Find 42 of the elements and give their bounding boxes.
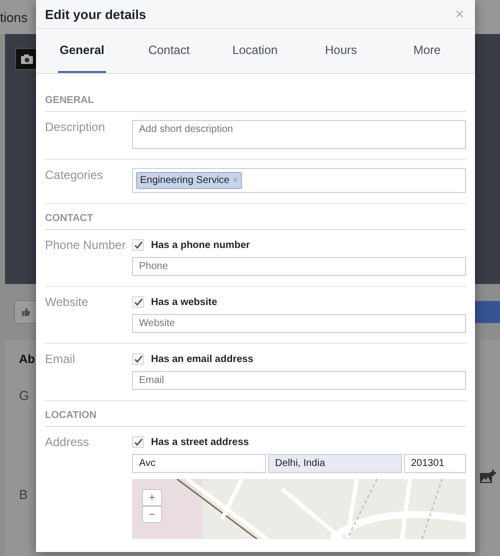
address-field[interactable]: Delhi, India [268,454,402,473]
checkbox[interactable] [132,239,144,251]
checkbox-label: Has a street address [151,436,249,448]
like-button[interactable] [14,300,38,324]
card-text: G [19,388,30,403]
card-text: B [19,487,28,502]
checkbox[interactable] [132,296,144,308]
tab[interactable]: General [58,29,106,73]
text-field[interactable]: Website [132,314,466,333]
checkbox-label: Has a phone number [151,240,250,250]
checkbox[interactable] [132,436,144,448]
add-photo-icon[interactable] [480,470,496,484]
camera-icon [20,54,34,64]
text-field[interactable]: Phone [132,257,466,276]
field-label: Categories [45,168,104,184]
tab[interactable]: Contact [126,29,212,73]
section-heading: LOCATION [45,407,466,427]
checkbox-label: Has an email address [151,354,254,364]
checkbox[interactable] [132,353,144,365]
page-tab-text: tions [0,10,28,24]
field-label: Website [45,295,90,311]
field-label: Address [45,435,90,451]
field-label: Email [45,352,76,368]
tab[interactable]: Hours [298,29,384,73]
tab[interactable]: More [384,29,470,73]
tag-text: Engineering Service [140,175,230,186]
section-heading: CONTACT [45,210,466,230]
description-field[interactable]: Add short description [132,120,466,149]
section-heading: GENERAL [45,92,466,112]
address-field[interactable]: 201301 [404,454,466,473]
thumbs-up-icon [21,307,31,317]
checkbox-label: Has a website [151,296,218,308]
zoom-out-button[interactable]: − [142,506,162,523]
tab[interactable]: Location [212,29,298,73]
field-label: Description [45,120,106,136]
field-label: Phone Number [45,238,127,254]
address-field[interactable]: Avc [132,454,266,473]
zoom-in-button[interactable]: + [142,489,162,506]
card-heading: Ab [19,352,35,366]
dialog-title: Edit your details [45,6,146,22]
text-field[interactable]: Email [132,371,466,390]
categories-field[interactable]: Engineering Service × [132,168,466,193]
